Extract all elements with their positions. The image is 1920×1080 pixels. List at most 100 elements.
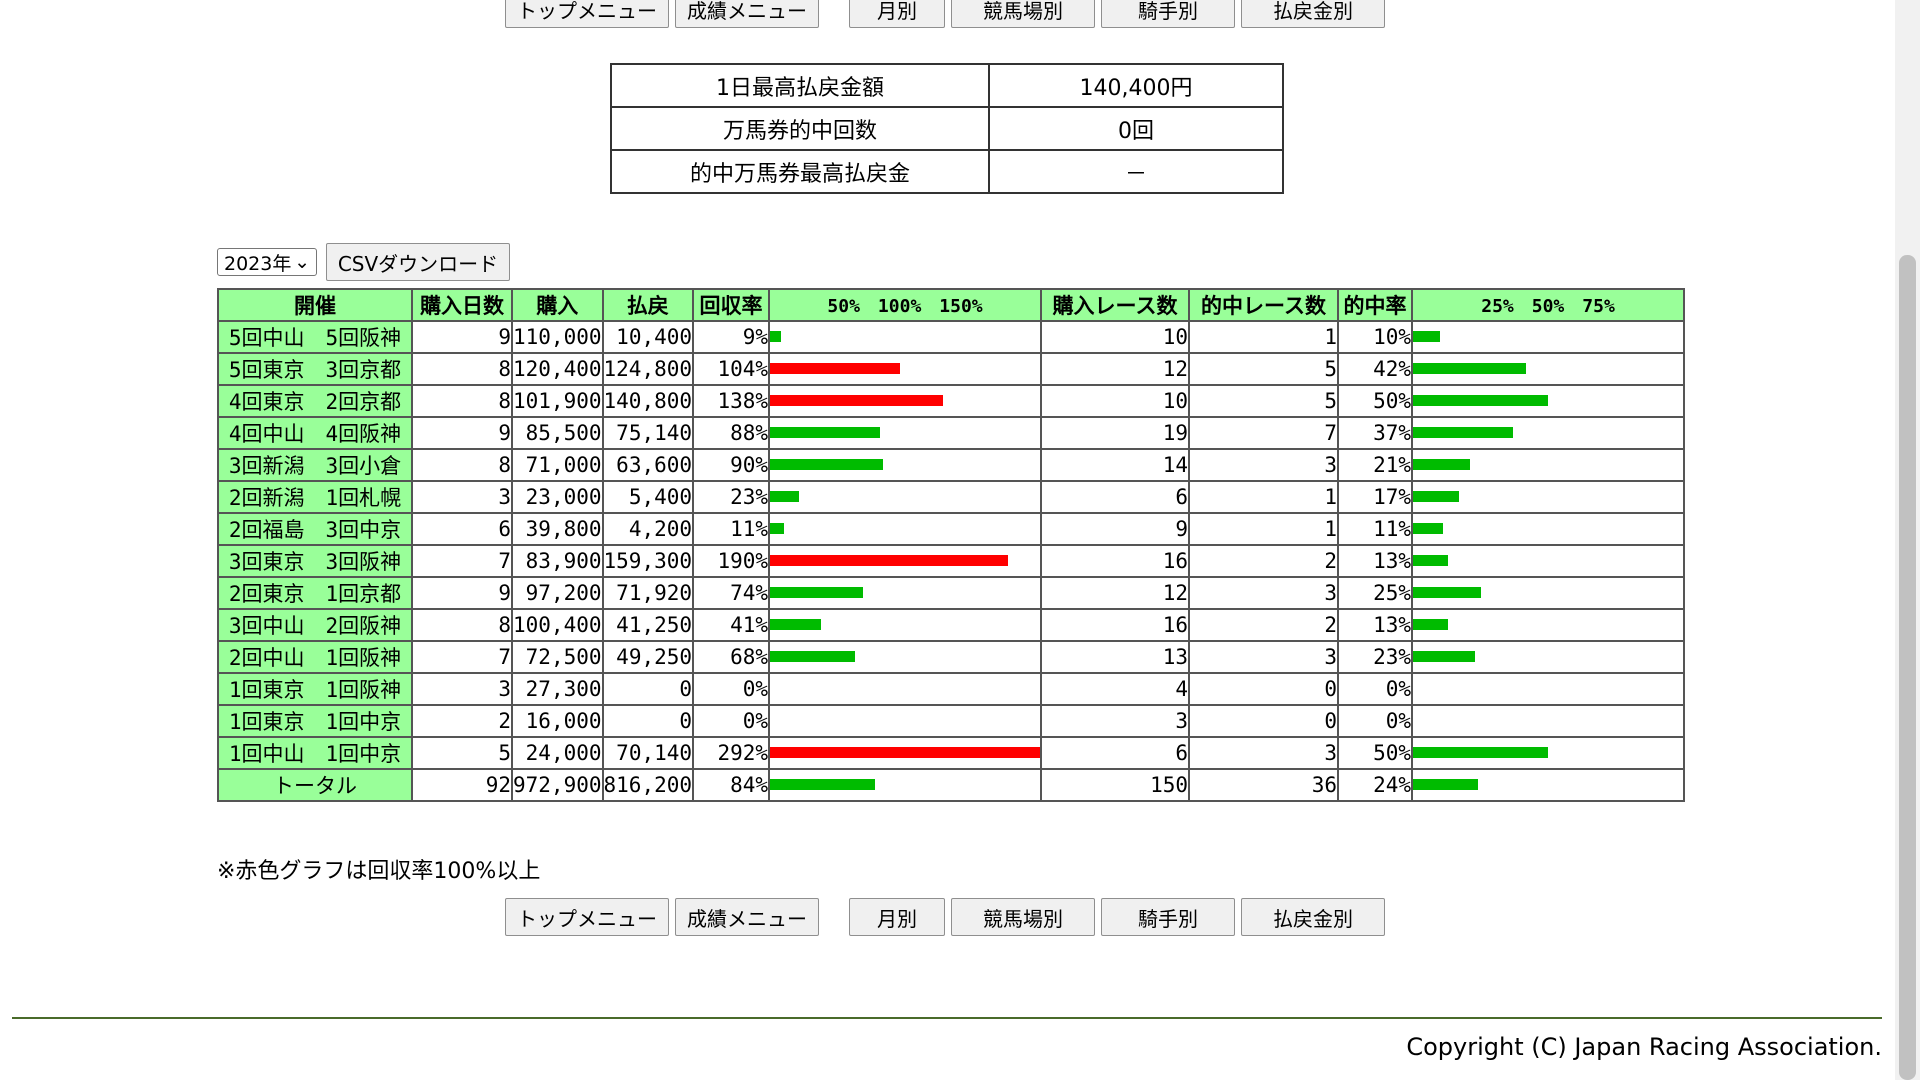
hit-rate-bar — [1414, 491, 1459, 502]
hit-rate-bar-cell — [1411, 576, 1686, 610]
summary-label: 的中万馬券最高払戻金 — [610, 149, 990, 194]
recovery-bar-cell — [768, 320, 1043, 354]
racecourse-button[interactable]: 競馬場別 — [951, 898, 1095, 936]
payout-amount: 49,250 — [601, 640, 695, 674]
recovery-rate: 11% — [692, 512, 771, 546]
payout-amount: 4,200 — [601, 512, 695, 546]
recovery-bar — [771, 619, 822, 630]
purchased-races: 150 — [1040, 768, 1191, 802]
meeting-name: 2回東京 1回京都 — [217, 576, 413, 610]
hit-races: 7 — [1188, 416, 1340, 450]
purchased-races: 6 — [1040, 480, 1191, 514]
recovery-bar-cell — [768, 736, 1043, 770]
payout-button[interactable]: 払戻金別 — [1241, 898, 1385, 936]
purchase-days: 9 — [411, 320, 513, 354]
hit-races: 3 — [1188, 736, 1340, 770]
monthly-button[interactable]: 月別 — [849, 0, 945, 28]
meeting-name: 3回東京 3回阪神 — [217, 544, 413, 578]
purchase-days: 8 — [411, 352, 513, 386]
meeting-name: 1回中山 1回中京 — [217, 736, 413, 770]
hit-rate-bar-cell — [1411, 544, 1686, 578]
recovery-rate: 9% — [692, 320, 771, 354]
hit-races: 3 — [1188, 448, 1340, 482]
summary-table: 1日最高払戻金額 140,400円 万馬券的中回数 0回 的中万馬券最高払戻金 … — [610, 63, 1284, 194]
payout-amount: 41,250 — [601, 608, 695, 642]
header-meeting: 開催 — [217, 288, 413, 322]
payout-amount: 0 — [601, 672, 695, 706]
table-body: 5回中山 5回阪神 9 110,000 10,400 9% 10 1 10% 5回東京 3回京都… — [217, 320, 1686, 802]
hit-rate-bar-cell — [1411, 416, 1686, 450]
recovery-bar — [771, 523, 784, 534]
recovery-bar — [771, 459, 883, 470]
results-menu-button[interactable]: 成績メニュー — [675, 898, 819, 936]
header-recovery-scale: 50% 100% 150% — [768, 288, 1043, 322]
purchase-amount: 100,400 — [511, 608, 604, 642]
hit-rate: 13% — [1337, 608, 1414, 642]
summary-value: － — [988, 149, 1284, 194]
hit-rate: 37% — [1337, 416, 1414, 450]
summary-row: 的中万馬券最高払戻金 － — [610, 149, 1284, 194]
purchased-races: 19 — [1040, 416, 1191, 450]
jockey-button[interactable]: 騎手別 — [1101, 898, 1235, 936]
hit-rate: 0% — [1337, 704, 1414, 738]
meeting-name: 1回東京 1回阪神 — [217, 672, 413, 706]
racecourse-button[interactable]: 競馬場別 — [951, 0, 1095, 28]
header-hits: 的中レース数 — [1188, 288, 1340, 322]
hit-rate: 50% — [1337, 384, 1414, 418]
jockey-button[interactable]: 騎手別 — [1101, 0, 1235, 28]
purchase-amount: 110,000 — [511, 320, 604, 354]
results-table: 開催 購入日数 購入 払戻 回収率 50% 100% 150% 購入レース数 的… — [217, 288, 1686, 802]
header-races: 購入レース数 — [1040, 288, 1191, 322]
purchased-races: 9 — [1040, 512, 1191, 546]
purchase-days: 5 — [411, 736, 513, 770]
hit-rate-bar-cell — [1411, 736, 1686, 770]
summary-row: 1日最高払戻金額 140,400円 — [610, 63, 1284, 108]
recovery-rate: 0% — [692, 672, 771, 706]
table-row: 3回東京 3回阪神 7 83,900 159,300 190% 16 2 13% — [217, 544, 1686, 578]
summary-value: 0回 — [988, 106, 1284, 151]
recovery-bar — [771, 331, 782, 342]
purchased-races: 13 — [1040, 640, 1191, 674]
table-row: 2回東京 1回京都 9 97,200 71,920 74% 12 3 25% — [217, 576, 1686, 610]
payout-amount: 71,920 — [601, 576, 695, 610]
hit-races: 0 — [1188, 672, 1340, 706]
payout-amount: 5,400 — [601, 480, 695, 514]
hit-rate-bar — [1414, 779, 1478, 790]
hit-races: 2 — [1188, 608, 1340, 642]
results-menu-button[interactable]: 成績メニュー — [675, 0, 819, 28]
hit-rate: 25% — [1337, 576, 1414, 610]
recovery-bar — [771, 555, 1008, 566]
summary-label: 万馬券的中回数 — [610, 106, 990, 151]
recovery-bar-cell — [768, 544, 1043, 578]
purchase-days: 8 — [411, 448, 513, 482]
header-hit-scale: 25% 50% 75% — [1411, 288, 1686, 322]
recovery-rate: 41% — [692, 608, 771, 642]
purchase-days: 8 — [411, 384, 513, 418]
bottom-nav: トップメニュー 成績メニュー 月別 競馬場別 騎手別 払戻金別 — [505, 898, 1391, 936]
recovery-bar — [771, 651, 856, 662]
top-menu-button[interactable]: トップメニュー — [505, 0, 669, 28]
purchase-amount: 16,000 — [511, 704, 604, 738]
payout-amount: 816,200 — [601, 768, 695, 802]
hit-races: 3 — [1188, 576, 1340, 610]
summary-row: 万馬券的中回数 0回 — [610, 106, 1284, 151]
year-select[interactable]: 2023年 ⌄ — [217, 248, 317, 276]
monthly-button[interactable]: 月別 — [849, 898, 945, 936]
meeting-name: 3回中山 2回阪神 — [217, 608, 413, 642]
recovery-bar — [771, 427, 881, 438]
header-days: 購入日数 — [411, 288, 513, 322]
meeting-name: 1回東京 1回中京 — [217, 704, 413, 738]
purchase-amount: 27,300 — [511, 672, 604, 706]
purchase-days: 92 — [411, 768, 513, 802]
meeting-name: 3回新潟 3回小倉 — [217, 448, 413, 482]
recovery-rate: 84% — [692, 768, 771, 802]
hit-rate: 21% — [1337, 448, 1414, 482]
scrollbar[interactable] — [1895, 0, 1920, 1080]
scrollbar-thumb[interactable] — [1899, 255, 1916, 1080]
csv-download-button[interactable]: CSVダウンロード — [326, 243, 510, 281]
recovery-bar-cell — [768, 480, 1043, 514]
payout-button[interactable]: 払戻金別 — [1241, 0, 1385, 28]
top-menu-button[interactable]: トップメニュー — [505, 898, 669, 936]
purchase-amount: 72,500 — [511, 640, 604, 674]
header-purchase: 購入 — [511, 288, 604, 322]
